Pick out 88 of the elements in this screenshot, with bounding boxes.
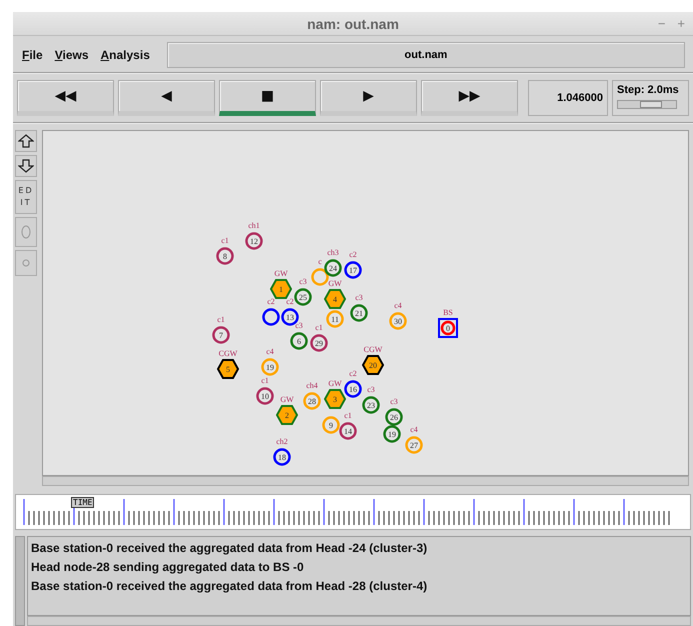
node-circle: 23	[360, 394, 382, 416]
node-label: ch4	[306, 382, 318, 390]
horizontal-scrollbar[interactable]	[27, 616, 691, 626]
node-circle: 27	[403, 434, 425, 456]
node-label: BS	[443, 309, 453, 317]
node-circle: 8	[214, 245, 236, 267]
node-label: CGW	[218, 350, 238, 358]
node-label: GW	[280, 396, 294, 404]
log-line: Base station-0 received the aggregated data from Head -24 (cluster-3)	[31, 541, 428, 555]
node-label: c4	[410, 426, 418, 434]
node-label: c3	[295, 322, 303, 330]
edit-button[interactable]: ED IT	[15, 180, 37, 214]
node-circle: 30	[387, 310, 409, 332]
window-title: nam: out.nam	[307, 16, 399, 32]
node-circle: 19	[381, 423, 403, 445]
node-label: c3	[299, 278, 307, 286]
gateway-hexagon: 5	[217, 358, 239, 380]
gateway-hexagon: 1	[270, 278, 292, 300]
node-circle: 18	[271, 446, 293, 468]
log-line: Base station-0 received the aggregated data from Head -28 (cluster-4)	[31, 579, 428, 593]
node-circle	[260, 306, 282, 328]
node-label: GW	[328, 280, 342, 288]
node-label: c3	[367, 386, 375, 394]
small-circle-icon	[22, 259, 30, 267]
vertical-scrollbar[interactable]	[15, 536, 25, 626]
node-circle: 24	[322, 257, 344, 279]
playback-button[interactable]: ▶▶	[421, 80, 518, 116]
playback-button[interactable]: ▶	[320, 80, 417, 116]
playback-button[interactable]: ◀	[118, 80, 215, 116]
base-station-node: 0	[437, 317, 459, 339]
zoom-in-button[interactable]	[15, 130, 37, 152]
timeline[interactable]: TIME	[15, 494, 691, 530]
node-label: c2	[267, 298, 275, 306]
node-label: c3	[390, 398, 398, 406]
node-circle: 11	[324, 308, 346, 330]
node-circle: 9	[320, 414, 342, 436]
node-label: c1	[261, 377, 269, 385]
node-label: c1	[315, 324, 323, 332]
time-marker[interactable]: TIME	[71, 497, 94, 508]
node-label: c1	[344, 412, 352, 420]
gateway-hexagon: 2	[276, 404, 298, 426]
node-label: c1	[217, 316, 225, 324]
node-label: c2	[349, 251, 357, 259]
log-line: Head node-28 sending aggregated data to BS -0	[31, 560, 305, 574]
node-label: c3	[355, 294, 363, 302]
node-circle: 16	[342, 378, 364, 400]
node-label: c	[318, 258, 322, 266]
node-label: c2	[349, 370, 357, 378]
node-label: c4	[394, 302, 402, 310]
node-circle: 28	[301, 390, 323, 412]
menu-item[interactable]: Analysis	[100, 48, 151, 62]
file-name-field: out.nam	[166, 42, 685, 68]
zoom-out-button[interactable]	[15, 155, 37, 177]
node-label: ch2	[276, 438, 288, 446]
large-circle-icon	[21, 225, 31, 239]
step-slider[interactable]	[617, 100, 677, 109]
playback-button[interactable]: ◀◀	[17, 80, 114, 116]
node-size-button[interactable]	[15, 217, 37, 247]
node-circle: 29	[308, 332, 330, 354]
gateway-hexagon: 3	[324, 388, 346, 410]
menu-item[interactable]: Views	[54, 48, 90, 62]
node-label: c2	[286, 298, 294, 306]
slider-thumb[interactable]	[640, 101, 662, 108]
node-circle: 12	[243, 230, 265, 252]
node-label: GW	[274, 270, 288, 278]
node-size-button[interactable]	[15, 250, 37, 276]
node-circle: 10	[254, 385, 276, 407]
node-label: c1	[221, 237, 229, 245]
node-circle: 25	[292, 286, 314, 308]
step-label: Step: 2.0ms	[617, 84, 680, 96]
node-label: CGW	[364, 346, 382, 354]
node-circle: 26	[383, 406, 405, 428]
node-label: c4	[266, 348, 274, 356]
gateway-hexagon: 20	[362, 354, 384, 376]
node-label: ch1	[248, 222, 260, 230]
menu-item[interactable]: File	[21, 48, 44, 62]
node-circle: 17	[342, 259, 364, 281]
node-label: ch3	[327, 249, 339, 257]
node-circle: 19	[259, 356, 281, 378]
time-display: 1.046000	[528, 80, 608, 116]
playback-button[interactable]: ■	[219, 80, 316, 116]
gateway-hexagon: 4	[324, 288, 346, 310]
node-label: GW	[328, 380, 342, 388]
node-circle: 7	[210, 324, 232, 346]
horizontal-scrollbar[interactable]	[42, 476, 689, 486]
node-circle: 14	[337, 420, 359, 442]
node-circle: 6	[288, 330, 310, 352]
node-circle: 21	[348, 302, 370, 324]
